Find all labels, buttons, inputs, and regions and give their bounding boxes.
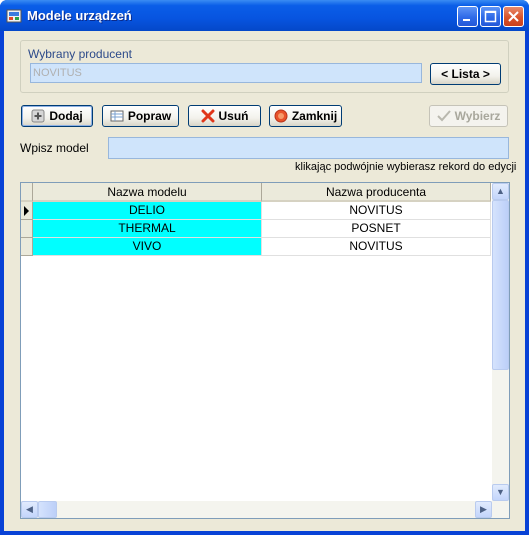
minimize-button[interactable] bbox=[457, 6, 478, 27]
table-cell-producer[interactable]: NOVITUS bbox=[262, 202, 491, 220]
table-cell-model[interactable]: VIVO bbox=[33, 238, 262, 256]
close-dialog-label: Zamknij bbox=[291, 109, 338, 123]
window-title: Modele urządzeń bbox=[27, 8, 132, 23]
app-icon bbox=[6, 8, 22, 24]
producer-field: NOVITUS bbox=[30, 63, 422, 83]
column-header-model[interactable]: Nazwa modelu bbox=[33, 183, 262, 202]
table-cell-model[interactable]: THERMAL bbox=[33, 220, 262, 238]
column-header-producer[interactable]: Nazwa producenta bbox=[262, 183, 491, 202]
maximize-button[interactable] bbox=[480, 6, 501, 27]
edit-hint: klikając podwójnie wybierasz rekord do e… bbox=[295, 161, 517, 173]
table-cell-model[interactable]: DELIO bbox=[33, 202, 262, 220]
stop-icon bbox=[274, 109, 288, 123]
producer-groupbox: Wybrany producent NOVITUS < Lista > bbox=[20, 40, 509, 93]
producer-list-button[interactable]: < Lista > bbox=[430, 63, 501, 85]
delete-x-icon bbox=[201, 109, 215, 123]
close-dialog-button[interactable]: Zamknij bbox=[269, 105, 342, 127]
add-button-label: Dodaj bbox=[49, 109, 83, 123]
horizontal-scrollbar[interactable]: ◀ ▶ bbox=[21, 501, 492, 518]
scroll-right-icon[interactable]: ▶ bbox=[475, 501, 492, 518]
row-indicator[interactable] bbox=[21, 238, 33, 256]
delete-button[interactable]: Usuń bbox=[188, 105, 261, 127]
scroll-down-icon[interactable]: ▼ bbox=[492, 484, 509, 501]
table-cell-producer[interactable]: POSNET bbox=[262, 220, 491, 238]
scroll-up-icon[interactable]: ▲ bbox=[492, 183, 509, 200]
title-bar[interactable]: Modele urządzeń bbox=[0, 0, 529, 31]
scroll-left-icon[interactable]: ◀ bbox=[21, 501, 38, 518]
search-label: Wpisz model bbox=[20, 141, 89, 155]
producer-group-label: Wybrany producent bbox=[28, 47, 132, 61]
checkmark-icon bbox=[436, 109, 451, 123]
search-input[interactable] bbox=[108, 137, 509, 159]
row-indicator[interactable] bbox=[21, 220, 33, 238]
table-cell-producer[interactable]: NOVITUS bbox=[262, 238, 491, 256]
close-button[interactable] bbox=[503, 6, 524, 27]
edit-button-label: Popraw bbox=[127, 109, 172, 123]
edit-button[interactable]: Popraw bbox=[102, 105, 179, 127]
row-indicator-current[interactable] bbox=[21, 202, 33, 220]
select-button[interactable]: Wybierz bbox=[429, 105, 508, 127]
plus-icon bbox=[31, 109, 45, 123]
header-indicator-corner bbox=[21, 183, 33, 202]
vertical-scrollbar[interactable]: ▲ ▼ bbox=[492, 183, 509, 518]
models-table[interactable]: Nazwa modelu Nazwa producenta DELIO NOVI… bbox=[20, 182, 510, 519]
select-button-label: Wybierz bbox=[454, 109, 501, 123]
grid-edit-icon bbox=[110, 109, 124, 123]
dialog-body: Wybrany producent NOVITUS < Lista > Doda… bbox=[4, 31, 525, 531]
main-window: Modele urządzeń Wybrany producent NOVITU… bbox=[0, 0, 529, 535]
producer-list-label: < Lista > bbox=[441, 67, 490, 81]
add-button[interactable]: Dodaj bbox=[21, 105, 93, 127]
horizontal-scroll-thumb[interactable] bbox=[38, 501, 57, 518]
delete-button-label: Usuń bbox=[218, 109, 249, 123]
vertical-scroll-thumb[interactable] bbox=[492, 200, 509, 370]
